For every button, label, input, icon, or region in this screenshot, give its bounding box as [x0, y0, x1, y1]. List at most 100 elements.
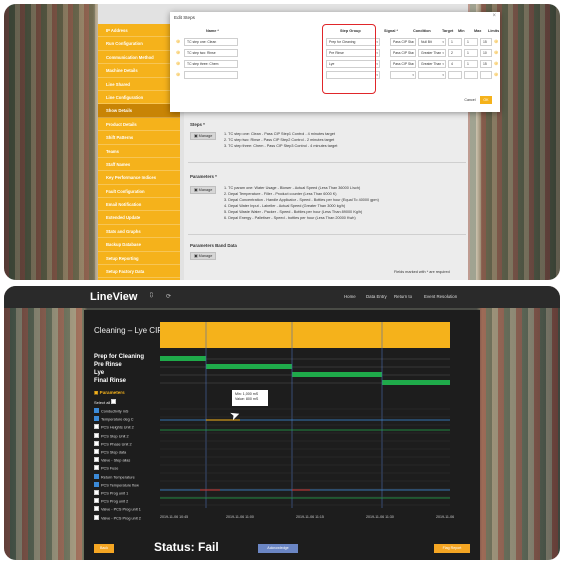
step-field[interactable]: 2 [448, 49, 462, 57]
parameter-checkbox[interactable] [94, 424, 99, 430]
sidebar-item[interactable]: Machine Details [98, 64, 180, 78]
sidebar-item[interactable]: Stats and Graphs [98, 225, 180, 239]
parameter-checkbox[interactable] [94, 440, 99, 446]
parameter-checkbox[interactable] [94, 490, 99, 495]
step-field[interactable]: Pass CIP Sta ▾ [390, 60, 416, 68]
lock-icon[interactable]: ⩇ [150, 293, 153, 300]
parameter-checkbox[interactable] [94, 432, 99, 438]
step-field[interactable]: Greater Than ▾ [418, 49, 446, 57]
step-field[interactable]: Null Bit ▾ [418, 38, 446, 46]
parameter-checkbox[interactable] [94, 481, 99, 487]
parameter-item[interactable]: PCS Prog unit 1 [94, 490, 128, 496]
sidebar-item[interactable]: Run Configuration [98, 37, 180, 51]
parameters-manage-button[interactable]: ▣ Manage [190, 186, 216, 194]
step-field[interactable]: ▾ [418, 71, 446, 79]
add-row-icon[interactable]: ⊕ [176, 39, 180, 45]
step-field[interactable]: Greater Than ▾ [418, 60, 446, 68]
parameter-checkbox[interactable] [94, 498, 99, 504]
parameter-checkbox[interactable] [94, 408, 99, 413]
sidebar-item[interactable]: Product Details [98, 118, 180, 132]
parameter-checkbox[interactable] [94, 416, 99, 422]
sidebar-item[interactable]: Line Configuration [98, 91, 180, 105]
step-field[interactable] [464, 71, 478, 79]
step-field[interactable]: 15 [480, 38, 492, 46]
flag-report-button[interactable]: Flag Report [434, 544, 470, 553]
parameter-checkbox[interactable] [94, 473, 99, 479]
parameter-item[interactable]: Return Temperature [94, 473, 135, 480]
parameter-item[interactable]: PCS Heights Unit 2 [94, 424, 134, 430]
step-field[interactable]: 10 [480, 49, 492, 57]
parameter-item[interactable]: Valve - PCS Prog unit 2 [94, 514, 141, 521]
limits-icon[interactable]: ⊕ [494, 61, 498, 67]
limits-icon[interactable]: ⊕ [494, 72, 498, 78]
parameter-item[interactable]: Conductivity mS [94, 408, 128, 414]
nav-event-resolution[interactable]: Event Resolution [424, 294, 457, 299]
close-icon[interactable]: × [492, 13, 496, 19]
add-row-icon[interactable]: ⊕ [176, 61, 180, 67]
limits-icon[interactable]: ⊕ [494, 50, 498, 56]
parameter-item[interactable]: PCS Temperature flow [94, 481, 139, 488]
sidebar-item[interactable]: Key Performance Indices [98, 171, 180, 185]
band-manage-button[interactable]: ▣ Manage [190, 252, 216, 260]
sidebar-item[interactable]: Setup Reporting [98, 252, 180, 266]
add-row-icon[interactable]: ⊕ [176, 72, 180, 78]
back-button[interactable]: Back [94, 544, 114, 553]
sidebar-item[interactable]: Backup Database [98, 238, 180, 252]
step-field[interactable]: 1 [464, 49, 478, 57]
header-condition: Condition [413, 29, 431, 33]
step-field[interactable]: Pass CIP Sta ▾ [390, 38, 416, 46]
nav-home[interactable]: Home [344, 294, 356, 299]
parameter-item[interactable]: PCS Fuse [94, 465, 118, 471]
step-field[interactable] [448, 71, 462, 79]
refresh-icon[interactable]: ⟳ [166, 293, 171, 300]
step-field[interactable]: 15 [480, 60, 492, 68]
sidebar-item[interactable]: Email Notification [98, 198, 180, 212]
steps-manage-button[interactable]: ▣ Manage [190, 132, 216, 140]
step-field[interactable]: 1 [464, 60, 478, 68]
parameter-item[interactable]: Temperature deg C [94, 416, 134, 422]
sidebar-item[interactable]: Setup Factory Data [98, 265, 180, 279]
step-field[interactable]: TC step one: Clean [184, 38, 238, 46]
step-field[interactable]: 4 [448, 60, 462, 68]
parameter-checkbox[interactable] [94, 506, 99, 512]
step-field[interactable] [480, 71, 492, 79]
step-field[interactable]: 1 [464, 38, 478, 46]
parameter-checkbox[interactable] [94, 465, 99, 471]
sidebar-item[interactable]: Show Details [98, 104, 180, 118]
ok-button[interactable]: OK [480, 96, 492, 104]
add-row-icon[interactable]: ⊕ [176, 50, 180, 56]
sidebar-item[interactable]: IP Address [98, 24, 180, 38]
step-field[interactable]: TC step two: Rinse [184, 49, 238, 57]
parameter-checkbox[interactable] [94, 514, 99, 520]
parameter-item[interactable]: Valve - PCS Prog unit 1 [94, 506, 141, 512]
cancel-button[interactable]: Cancel [462, 96, 478, 104]
step-field[interactable]: TC step three: Chem [184, 60, 238, 68]
parameter-checkbox[interactable] [94, 457, 99, 463]
parameter-item[interactable]: PCS Phase Unit 2 [94, 440, 132, 447]
cip-timeline-chart[interactable]: 2019-11-06 10:45 2019-11-06 11:00 2019-11-… [160, 322, 474, 534]
sidebar-item[interactable]: Extended Update [98, 211, 180, 225]
step-field[interactable]: ▾ [390, 71, 416, 79]
step-field[interactable]: 1 [448, 38, 462, 46]
sidebar-item[interactable]: Fault Configuration [98, 185, 180, 199]
nav-data-entry[interactable]: Data Entry [366, 294, 387, 299]
parameter-item[interactable]: PCS Prog unit 2 [94, 498, 128, 504]
sidebar-item[interactable]: Teams [98, 145, 180, 158]
sidebar-item[interactable]: Shift Patterns [98, 131, 180, 145]
sidebar-item[interactable]: Communication Method [98, 51, 180, 65]
acknowledge-button[interactable]: Acknowledge [258, 544, 298, 553]
nav-return-to[interactable]: Return to [394, 294, 412, 299]
select-all-checkbox[interactable] [111, 399, 117, 405]
step-field[interactable]: Pass CIP Sta ▾ [390, 49, 416, 57]
select-all[interactable]: Select all [94, 399, 118, 405]
step-field[interactable] [184, 71, 238, 79]
step-label-lye: Lye [94, 370, 105, 376]
parameter-checkbox[interactable] [94, 449, 99, 454]
limits-icon[interactable]: ⊕ [494, 39, 498, 45]
parameter-item[interactable]: Valve - Step alias [94, 457, 130, 463]
parameter-item[interactable]: PCS Step data [94, 449, 126, 455]
chevron-down-icon: ▾ [376, 51, 378, 55]
sidebar-item[interactable]: Line Shared [98, 78, 180, 91]
sidebar-item[interactable]: Staff Names [98, 158, 180, 172]
parameter-item[interactable]: PCS Step Unit 2 [94, 432, 129, 439]
